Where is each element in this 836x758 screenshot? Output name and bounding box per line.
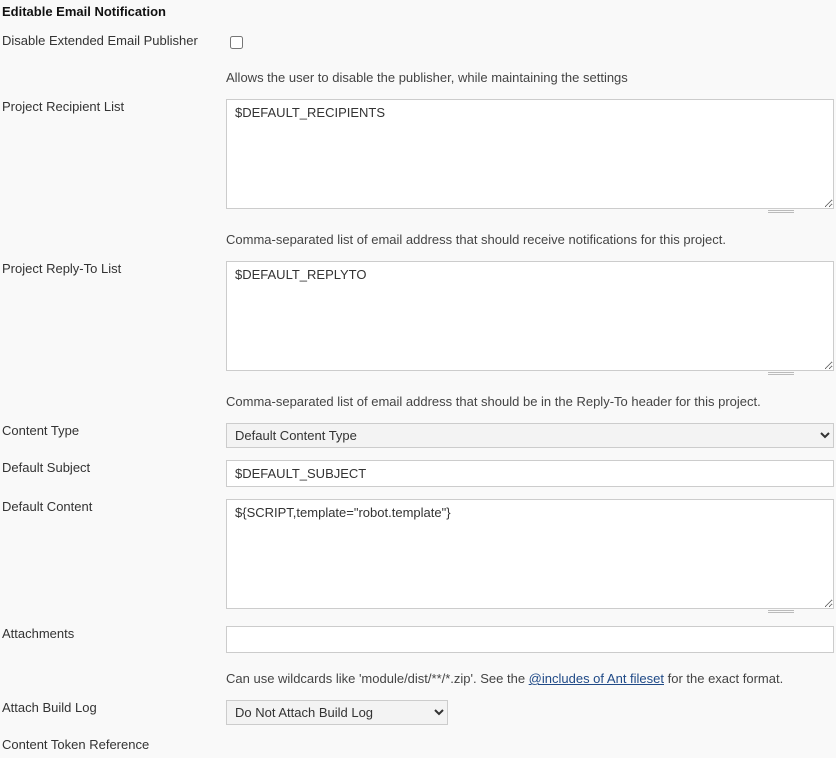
recipient-list-textarea[interactable]	[226, 99, 834, 209]
attach-build-log-label: Attach Build Log	[0, 694, 224, 731]
attach-build-log-select[interactable]: Do Not Attach Build Log	[226, 700, 448, 725]
attachments-help-post: for the exact format.	[664, 671, 783, 686]
section-title: Editable Email Notification	[0, 0, 836, 27]
config-form: Disable Extended Email Publisher Allows …	[0, 27, 836, 758]
replyto-list-label: Project Reply-To List	[0, 255, 224, 382]
recipient-list-help: Comma-separated list of email address th…	[226, 226, 834, 249]
attachments-help-link[interactable]: @includes of Ant fileset	[529, 671, 664, 686]
recipient-list-label: Project Recipient List	[0, 93, 224, 220]
resize-grip[interactable]	[768, 372, 794, 376]
disable-publisher-label: Disable Extended Email Publisher	[0, 27, 224, 58]
replyto-list-help: Comma-separated list of email address th…	[226, 388, 834, 411]
content-type-select[interactable]: Default Content Type	[226, 423, 834, 448]
content-token-reference-label: Content Token Reference	[0, 731, 224, 758]
resize-grip[interactable]	[768, 610, 794, 614]
disable-publisher-checkbox[interactable]	[230, 36, 243, 49]
default-content-textarea[interactable]	[226, 499, 834, 609]
attachments-label: Attachments	[0, 620, 224, 659]
attachments-help: Can use wildcards like 'module/dist/**/*…	[226, 665, 834, 688]
replyto-list-textarea[interactable]	[226, 261, 834, 371]
default-subject-input[interactable]	[226, 460, 834, 487]
attachments-help-pre: Can use wildcards like 'module/dist/**/*…	[226, 671, 529, 686]
disable-publisher-help: Allows the user to disable the publisher…	[226, 64, 834, 87]
content-type-label: Content Type	[0, 417, 224, 454]
attachments-input[interactable]	[226, 626, 834, 653]
resize-grip[interactable]	[768, 210, 794, 214]
default-subject-label: Default Subject	[0, 454, 224, 493]
default-content-label: Default Content	[0, 493, 224, 620]
